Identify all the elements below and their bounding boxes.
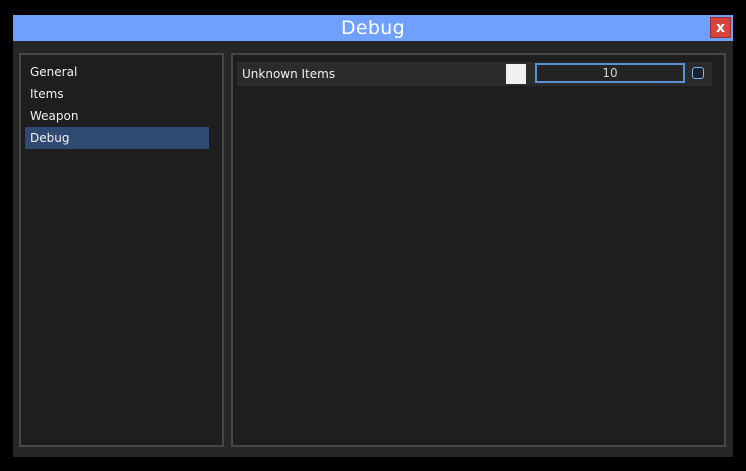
close-button[interactable]: x xyxy=(710,17,731,38)
sidebar-panel: General Items Weapon Debug xyxy=(19,53,224,447)
sidebar-item-label: Debug xyxy=(30,131,70,145)
sidebar-item-label: General xyxy=(30,65,78,79)
sidebar-item-label: Items xyxy=(30,87,64,101)
sidebar-item-debug[interactable]: Debug xyxy=(25,127,209,149)
sidebar-item-general[interactable]: General xyxy=(25,61,209,83)
value-input[interactable] xyxy=(535,63,685,83)
close-icon: x xyxy=(715,19,726,36)
setting-row-unknown-items: Unknown Items xyxy=(237,62,712,86)
sidebar-item-label: Weapon xyxy=(30,109,79,123)
window-title: Debug xyxy=(341,17,405,39)
sidebar-item-weapon[interactable]: Weapon xyxy=(25,105,209,127)
debug-window: Debug x General Items Weapon Debug Unkno… xyxy=(13,15,733,457)
content-panel: Unknown Items xyxy=(231,53,726,447)
nav-list: General Items Weapon Debug xyxy=(25,61,209,149)
title-bar[interactable]: Debug x xyxy=(13,15,733,41)
checkbox-icon[interactable] xyxy=(692,67,704,79)
setting-label: Unknown Items xyxy=(242,67,336,81)
color-swatch[interactable] xyxy=(506,64,526,84)
sidebar-item-items[interactable]: Items xyxy=(25,83,209,105)
